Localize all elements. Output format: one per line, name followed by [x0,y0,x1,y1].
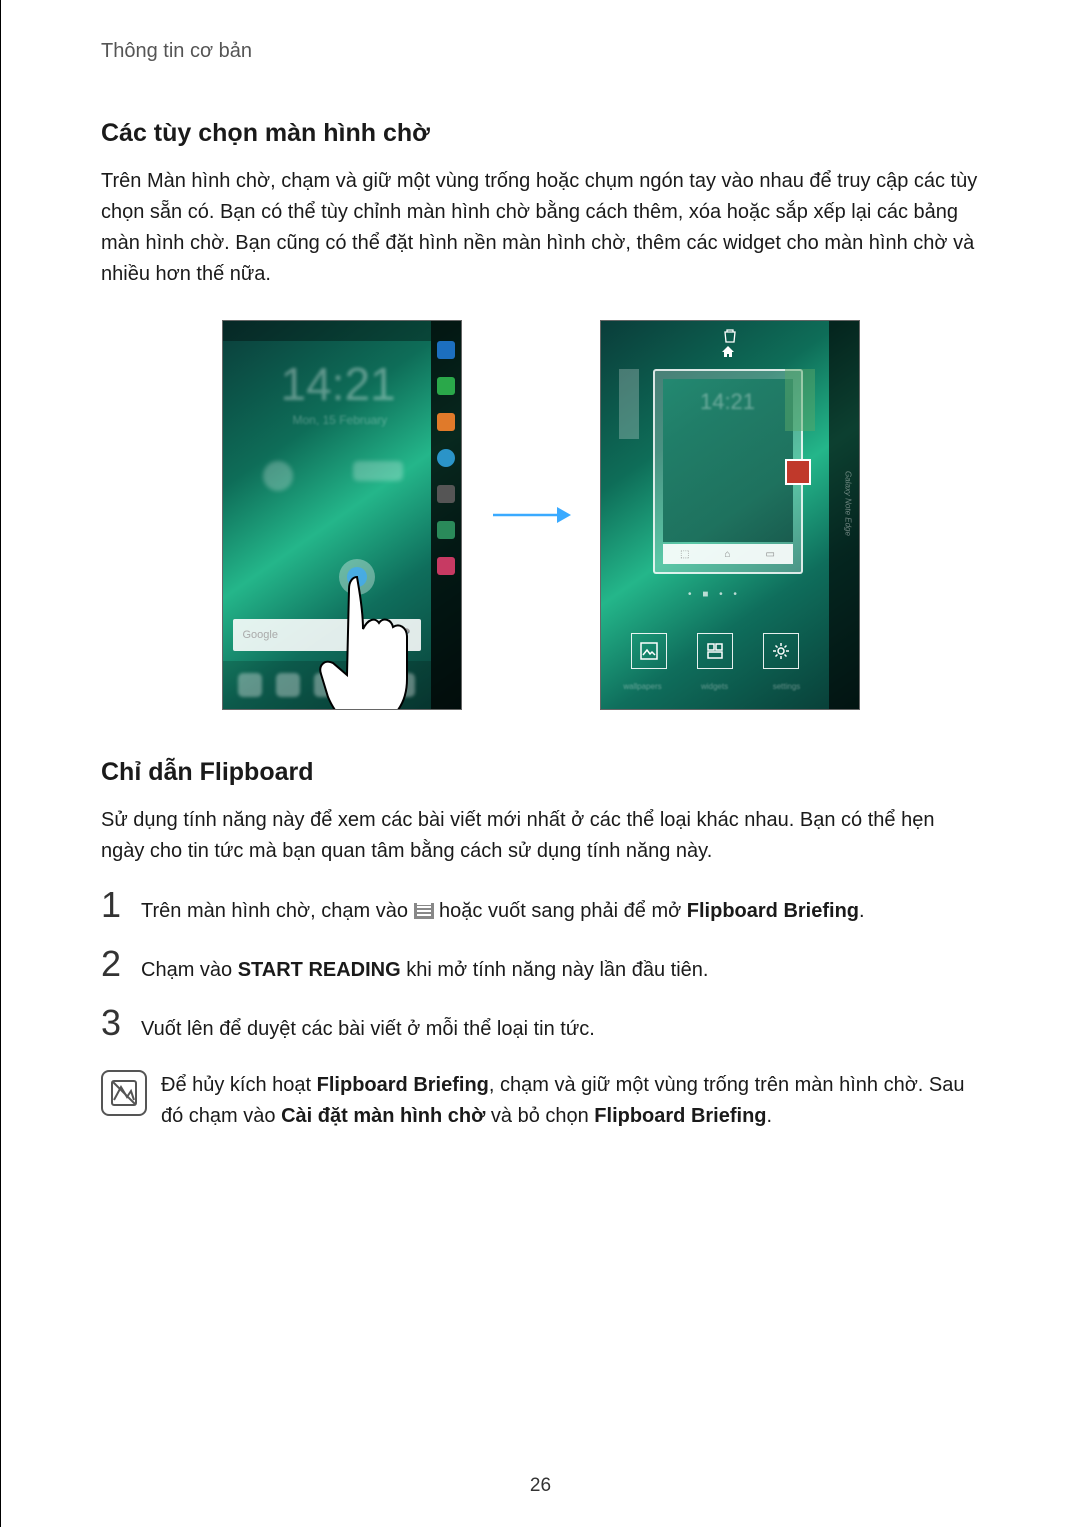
step-text: Chạm vào START READING khi mở tính năng … [141,955,708,985]
phone-after: 14:21 ⬚ ⌂ ▭ • ■ • • [600,320,860,710]
store-icon[interactable] [437,521,455,539]
phone-before: 14:21 Mon, 15 February Google 🎤 [222,320,462,710]
edge-label: Galaxy Note Edge [844,471,853,536]
panel-thumb-dock: ⬚ ⌂ ▭ [663,544,793,564]
step-3: 3 Vuốt lên để duyệt các bài viết ở mỗi t… [101,1005,990,1044]
contacts-icon[interactable] [437,413,455,431]
settings-button[interactable] [763,633,799,669]
wallpapers-button[interactable] [631,633,667,669]
figure-row: 14:21 Mon, 15 February Google 🎤 [91,320,990,710]
dock-browser-icon[interactable] [353,673,377,697]
next-panel-peek [785,369,815,431]
camera-icon[interactable] [437,485,455,503]
phone-icon[interactable] [437,377,455,395]
clock-date: Mon, 15 February [293,413,388,427]
heading-flipboard: Chỉ dẫn Flipboard [101,758,990,787]
step-number: 1 [101,887,127,923]
arrow-right-icon [486,503,576,527]
dock-messages-icon[interactable] [314,673,338,697]
page: Thông tin cơ bản Các tùy chọn màn hình c… [0,0,1080,1527]
search-placeholder: Google [243,629,278,641]
step-1: 1 Trên màn hình chờ, chạm vào hoặc vuốt … [101,887,990,926]
weather-text [353,461,403,481]
heading-home-options: Các tùy chọn màn hình chờ [101,119,990,148]
editor-buttons [601,633,829,669]
edge-panel [431,321,461,709]
clock-time: 14:21 [281,357,396,411]
home-icon [721,345,735,359]
bottom-dock [223,661,431,709]
wallpapers-label: wallpapers [613,682,673,691]
home-panel-thumb[interactable]: 14:21 ⬚ ⌂ ▭ [653,369,803,574]
editor-labels: wallpapers widgets settings [601,682,829,691]
apps-grid-icon[interactable] [437,557,455,575]
search-input[interactable]: Google 🎤 [233,619,421,651]
tile-red-icon[interactable] [785,459,811,485]
prev-panel-peek [619,369,639,439]
step-number: 2 [101,946,127,982]
weather-icon [263,461,293,491]
step-2: 2 Chạm vào START READING khi mở tính năn… [101,946,990,985]
star-icon[interactable] [437,341,455,359]
thumb-clock: 14:21 [655,389,801,415]
paragraph-flipboard: Sử dụng tính năng này để xem các bài viế… [101,805,980,867]
note-text: Để hủy kích hoạt Flipboard Briefing, chạ… [161,1070,990,1132]
widgets-label: widgets [685,682,745,691]
dock-apps-icon[interactable] [391,673,415,697]
step-text: Vuốt lên để duyệt các bài viết ở mỗi thể… [141,1014,595,1044]
dock-phone-icon[interactable] [238,673,262,697]
mic-icon[interactable]: 🎤 [396,628,411,642]
note: Để hủy kích hoạt Flipboard Briefing, chạ… [101,1070,990,1132]
status-bar [223,321,431,341]
page-number: 26 [1,1475,1080,1497]
page-indicator: • ■ • • [601,589,829,600]
settings-label: settings [757,682,817,691]
widgets-button[interactable] [697,633,733,669]
flipboard-menu-icon [414,903,434,919]
browser-icon[interactable] [437,449,455,467]
step-number: 3 [101,1005,127,1041]
note-icon [101,1070,147,1116]
header-breadcrumb: Thông tin cơ bản [101,40,990,71]
dock-contacts-icon[interactable] [276,673,300,697]
step-text: Trên màn hình chờ, chạm vào hoặc vuốt sa… [141,896,865,926]
paragraph-home-options: Trên Màn hình chờ, chạm và giữ một vùng … [101,166,980,290]
